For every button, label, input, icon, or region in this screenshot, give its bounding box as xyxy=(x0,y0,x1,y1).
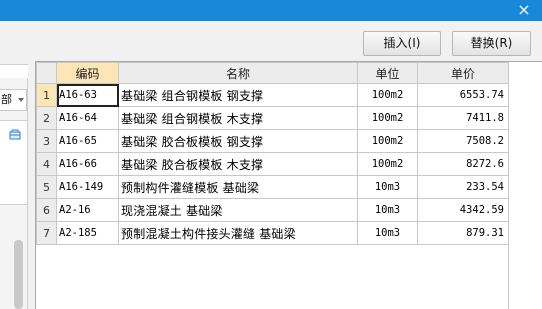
title-bar: × xyxy=(0,0,542,21)
cell-code[interactable]: A16-64 xyxy=(56,106,119,130)
cell-unit[interactable]: 10m3 xyxy=(357,175,418,199)
row-number: 2 xyxy=(36,106,57,130)
dialog-body: 部 插入(I) 替换(R) 编码 名称 单位 单价 1 A16-63 基础梁 组… xyxy=(0,21,542,309)
left-panel-header xyxy=(0,64,28,78)
cell-code[interactable]: A16-149 xyxy=(56,175,119,199)
cell-name[interactable]: 基础梁 胶合板模板 钢支撑 xyxy=(118,129,358,153)
cell-code[interactable]: A2-185 xyxy=(56,221,119,245)
row-number: 3 xyxy=(36,129,57,153)
cell-code[interactable]: A16-65 xyxy=(56,129,119,153)
category-tree[interactable] xyxy=(0,120,27,205)
replace-button[interactable]: 替换(R) xyxy=(452,31,531,56)
column-divider xyxy=(508,62,509,309)
cell-code[interactable]: A16-63 xyxy=(56,83,119,107)
table-row[interactable]: 2 A16-64 基础梁 组合钢模板 木支撑 100m2 7411.8 xyxy=(36,106,509,130)
cell-price[interactable]: 6553.74 xyxy=(417,83,509,107)
row-number: 4 xyxy=(36,152,57,176)
row-number: 1 xyxy=(36,83,57,107)
cell-price[interactable]: 7411.8 xyxy=(417,106,509,130)
cell-unit[interactable]: 100m2 xyxy=(357,106,418,130)
cell-name[interactable]: 基础梁 组合钢模板 钢支撑 xyxy=(118,83,358,107)
table-row[interactable]: 6 A2-16 现浇混凝土 基础梁 10m3 4342.59 xyxy=(36,198,509,222)
cell-name[interactable]: 基础梁 组合钢模板 木支撑 xyxy=(118,106,358,130)
quota-table: 编码 名称 单位 单价 1 A16-63 基础梁 组合钢模板 钢支撑 100m2… xyxy=(36,62,509,245)
cell-price[interactable]: 8272.6 xyxy=(417,152,509,176)
header-name[interactable]: 名称 xyxy=(118,62,358,84)
cell-price[interactable]: 879.31 xyxy=(417,221,509,245)
cell-unit[interactable]: 10m3 xyxy=(357,221,418,245)
cell-unit[interactable]: 100m2 xyxy=(357,129,418,153)
cell-name[interactable]: 预制构件灌缝模板 基础梁 xyxy=(118,175,358,199)
close-icon[interactable]: × xyxy=(515,1,533,19)
cell-code[interactable]: A2-16 xyxy=(56,198,119,222)
dropdown-arrow-icon[interactable] xyxy=(18,98,24,102)
cell-price[interactable]: 7508.2 xyxy=(417,129,509,153)
cell-unit[interactable]: 100m2 xyxy=(357,83,418,107)
header-unit[interactable]: 单位 xyxy=(357,62,418,84)
table-row[interactable]: 4 A16-66 基础梁 胶合板模板 木支撑 100m2 8272.6 xyxy=(36,152,509,176)
table-row[interactable]: 1 A16-63 基础梁 组合钢模板 钢支撑 100m2 6553.74 xyxy=(36,83,509,107)
header-code[interactable]: 编码 xyxy=(56,62,119,84)
left-panel: 部 xyxy=(0,64,28,309)
cell-name[interactable]: 预制混凝土构件接头灌缝 基础梁 xyxy=(118,221,358,245)
table-row[interactable]: 3 A16-65 基础梁 胶合板模板 钢支撑 100m2 7508.2 xyxy=(36,129,509,153)
header-price[interactable]: 单价 xyxy=(417,62,509,84)
left-scrollbar-thumb[interactable] xyxy=(14,240,23,309)
cell-price[interactable]: 233.54 xyxy=(417,175,509,199)
quota-grid: 编码 名称 单位 单价 1 A16-63 基础梁 组合钢模板 钢支撑 100m2… xyxy=(35,61,542,309)
row-number: 5 xyxy=(36,175,57,199)
cell-name[interactable]: 基础梁 胶合板模板 木支撑 xyxy=(118,152,358,176)
cell-name[interactable]: 现浇混凝土 基础梁 xyxy=(118,198,358,222)
category-dropdown[interactable]: 部 xyxy=(0,89,27,111)
header-rownum xyxy=(36,62,57,84)
row-number: 6 xyxy=(36,198,57,222)
table-row[interactable]: 5 A16-149 预制构件灌缝模板 基础梁 10m3 233.54 xyxy=(36,175,509,199)
cell-unit[interactable]: 10m3 xyxy=(357,198,418,222)
category-dropdown-value: 部 xyxy=(1,93,12,106)
cell-unit[interactable]: 100m2 xyxy=(357,152,418,176)
table-row[interactable]: 7 A2-185 预制混凝土构件接头灌缝 基础梁 10m3 879.31 xyxy=(36,221,509,245)
cell-code[interactable]: A16-66 xyxy=(56,152,119,176)
header-row: 编码 名称 单位 单价 xyxy=(36,62,509,84)
cell-price[interactable]: 4342.59 xyxy=(417,198,509,222)
row-number: 7 xyxy=(36,221,57,245)
package-icon[interactable] xyxy=(9,129,21,140)
insert-button[interactable]: 插入(I) xyxy=(363,31,441,56)
